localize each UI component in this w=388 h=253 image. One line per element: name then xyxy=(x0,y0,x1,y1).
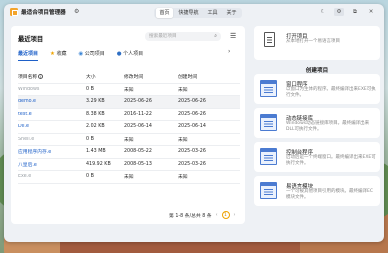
size-cell: 0 B xyxy=(86,86,94,92)
pager-summary: 第 1-8 条/总共 8 条 xyxy=(169,213,212,219)
module-icon xyxy=(260,182,277,199)
created-cell: 未知 xyxy=(178,137,188,143)
modified-cell: 未知 xyxy=(124,137,134,143)
table-row[interactable]: demo.e 3.29 KB 2025-06-26 2025-06-26 xyxy=(18,96,240,109)
create-card-desc: 以窗口为主体的程序。最终编译出来EXE可执行文件。 xyxy=(286,87,376,98)
tab-company[interactable]: ◉ 公司项目 xyxy=(78,49,104,58)
top-nav: 首页 快捷导航 工具 关于 xyxy=(154,7,243,18)
table-row[interactable]: DII.e 2.02 KB 2025-06-14 2025-06-14 xyxy=(18,121,240,134)
size-cell: 0 B xyxy=(86,174,94,180)
pin-icon[interactable]: ⧉ xyxy=(350,8,360,16)
window-app-icon xyxy=(260,80,277,97)
modified-cell: 未知 xyxy=(124,87,134,93)
create-card-desc: 启动后是一个终端窗口。最终编译出来EXE可执行文件。 xyxy=(286,155,376,166)
created-cell: 2025-03-26 xyxy=(178,161,206,167)
create-card-desc: 一个可被其他项目引用的模块。最终编译EC模块文件。 xyxy=(286,189,373,200)
col-size[interactable]: 大小 xyxy=(86,73,124,80)
created-cell: 2025-06-26 xyxy=(178,111,206,117)
theme-toggle-icon[interactable]: ☾ xyxy=(318,8,328,16)
table-row[interactable]: 八皇后.e 419.92 KB 2008-05-13 2025-03-26 xyxy=(18,159,240,171)
size-cell: 8.38 KB xyxy=(86,111,105,117)
modified-cell: 2025-06-26 xyxy=(124,99,152,105)
actions-panel: 打开项目 从本地打开一个易语言项目 创建项目 窗口程序 以窗口为主体的程序。最终编… xyxy=(254,26,380,224)
tab-quick-nav[interactable]: 快捷导航 xyxy=(175,8,202,18)
tab-tools[interactable]: 工具 xyxy=(204,8,221,18)
page-number[interactable]: 1 xyxy=(221,211,230,219)
table-row[interactable]: Shell.e 0 B 未知 未知 xyxy=(18,134,240,146)
project-name-cell[interactable]: Shell.e xyxy=(18,137,86,142)
project-name-cell[interactable]: 八皇后.e xyxy=(18,161,86,168)
project-name-cell[interactable]: Windows xyxy=(18,87,86,92)
project-table: 项目名称 i 大小 修改时间 创建时间 Windows 0 B 未知 未知 demo.e 3… xyxy=(18,71,240,184)
open-project-card[interactable]: 打开项目 从本地打开一个易语言项目 xyxy=(254,26,380,60)
recent-title: 最近项目 xyxy=(18,36,44,43)
tab-recent[interactable]: 最近项目 xyxy=(18,49,39,61)
create-card-4[interactable]: 易语言模块 一个可被其他项目引用的模块。最终编译EC模块文件。 xyxy=(254,176,380,206)
project-name-cell[interactable]: Exe.e xyxy=(18,174,86,179)
col-modified[interactable]: 修改时间 xyxy=(124,73,178,80)
size-cell: 3.29 KB xyxy=(86,99,105,105)
project-name-cell[interactable]: DII.e xyxy=(18,124,86,129)
app-title: 最适合项目管理器 xyxy=(21,10,66,16)
created-cell: 2025-06-26 xyxy=(178,99,206,105)
search-placeholder: 搜索最近项目 xyxy=(149,34,177,39)
menu-icon[interactable]: ☰ xyxy=(230,32,236,40)
app-window: 最适合项目管理器 ⚙ 首页 快捷导航 工具 关于 ☾ ⚙ ⧉ ✕ 最近项目 搜索… xyxy=(4,4,384,242)
project-name-cell[interactable]: test.e xyxy=(18,112,86,117)
project-name-cell[interactable]: 应用程序内存.e xyxy=(18,148,86,155)
created-cell: 2025-03-26 xyxy=(178,149,206,155)
document-icon xyxy=(264,32,275,47)
pagination: 第 1-8 条/总共 8 条 ‹ 1 › xyxy=(169,211,235,219)
next-page-icon[interactable]: › xyxy=(234,213,236,218)
person-icon: ● xyxy=(116,50,122,57)
modified-cell: 2008-05-13 xyxy=(124,161,152,167)
table-row[interactable]: 应用程序内存.e 1.43 MB 2008-05-22 2025-03-26 xyxy=(18,146,240,159)
star-icon: ★ xyxy=(50,50,55,57)
table-row[interactable]: Exe.e 0 B 未知 未知 xyxy=(18,171,240,184)
create-card-2[interactable]: 动态链接库 Windows动态链接库项目。最终编译出来DLL可执行文件。 xyxy=(254,108,380,138)
dll-icon xyxy=(260,114,277,131)
recent-projects-panel: 最近项目 搜索最近项目 ⌕ ☰ 最近项目 ★ 收藏 ◉ 公司项目 ● 个人项目 … xyxy=(11,26,245,224)
created-cell: 2025-06-14 xyxy=(178,124,206,130)
search-icon: ⌕ xyxy=(214,33,217,39)
project-filter-tabs: 最近项目 ★ 收藏 ◉ 公司项目 ● 个人项目 xyxy=(18,49,155,61)
created-cell: 未知 xyxy=(178,175,188,181)
size-cell: 0 B xyxy=(86,136,94,142)
create-section-title: 创建项目 xyxy=(305,68,329,74)
globe-icon: ◉ xyxy=(78,50,84,57)
size-cell: 2.02 KB xyxy=(86,124,105,130)
table-row[interactable]: test.e 8.38 KB 2016-11-22 2025-06-26 xyxy=(18,109,240,121)
gear-icon[interactable]: ⚙ xyxy=(74,8,79,15)
info-icon: i xyxy=(38,74,44,80)
title-bar: 最适合项目管理器 ⚙ 首页 快捷导航 工具 关于 ☾ ⚙ ⧉ ✕ xyxy=(4,4,384,20)
modified-cell: 未知 xyxy=(124,175,134,181)
size-cell: 1.43 MB xyxy=(86,149,106,155)
modified-cell: 2025-06-14 xyxy=(124,124,152,130)
modified-cell: 2016-11-22 xyxy=(124,111,152,117)
create-card-3[interactable]: 控制台程序 启动后是一个终端窗口。最终编译出来EXE可执行文件。 xyxy=(254,142,380,172)
open-project-desc: 从本地打开一个易语言项目 xyxy=(286,39,340,44)
tab-about[interactable]: 关于 xyxy=(223,8,240,18)
col-name[interactable]: 项目名称 i xyxy=(18,73,86,80)
project-name-cell[interactable]: demo.e xyxy=(18,99,86,104)
app-logo-icon xyxy=(10,8,18,16)
table-header: 项目名称 i 大小 修改时间 创建时间 xyxy=(18,71,240,84)
prev-page-icon[interactable]: ‹ xyxy=(216,213,218,218)
size-cell: 419.92 KB xyxy=(86,161,111,167)
col-created[interactable]: 创建时间 xyxy=(178,73,238,80)
chevron-right-icon[interactable]: › xyxy=(228,48,230,55)
created-cell: 未知 xyxy=(178,87,188,93)
create-card-desc: Windows动态链接库项目。最终编译出来DLL可执行文件。 xyxy=(286,121,370,132)
tab-favorites[interactable]: ★ 收藏 xyxy=(50,49,66,58)
close-icon[interactable]: ✕ xyxy=(366,8,376,16)
modified-cell: 2008-05-22 xyxy=(124,149,152,155)
search-input[interactable]: 搜索最近项目 ⌕ xyxy=(145,32,221,41)
settings-icon[interactable]: ⚙ xyxy=(334,8,344,16)
table-row[interactable]: Windows 0 B 未知 未知 xyxy=(18,84,240,96)
tab-home[interactable]: 首页 xyxy=(156,7,174,18)
tab-personal[interactable]: ● 个人项目 xyxy=(117,49,143,58)
create-card-1[interactable]: 窗口程序 以窗口为主体的程序。最终编译出来EXE可执行文件。 xyxy=(254,74,380,104)
console-icon xyxy=(260,148,277,165)
